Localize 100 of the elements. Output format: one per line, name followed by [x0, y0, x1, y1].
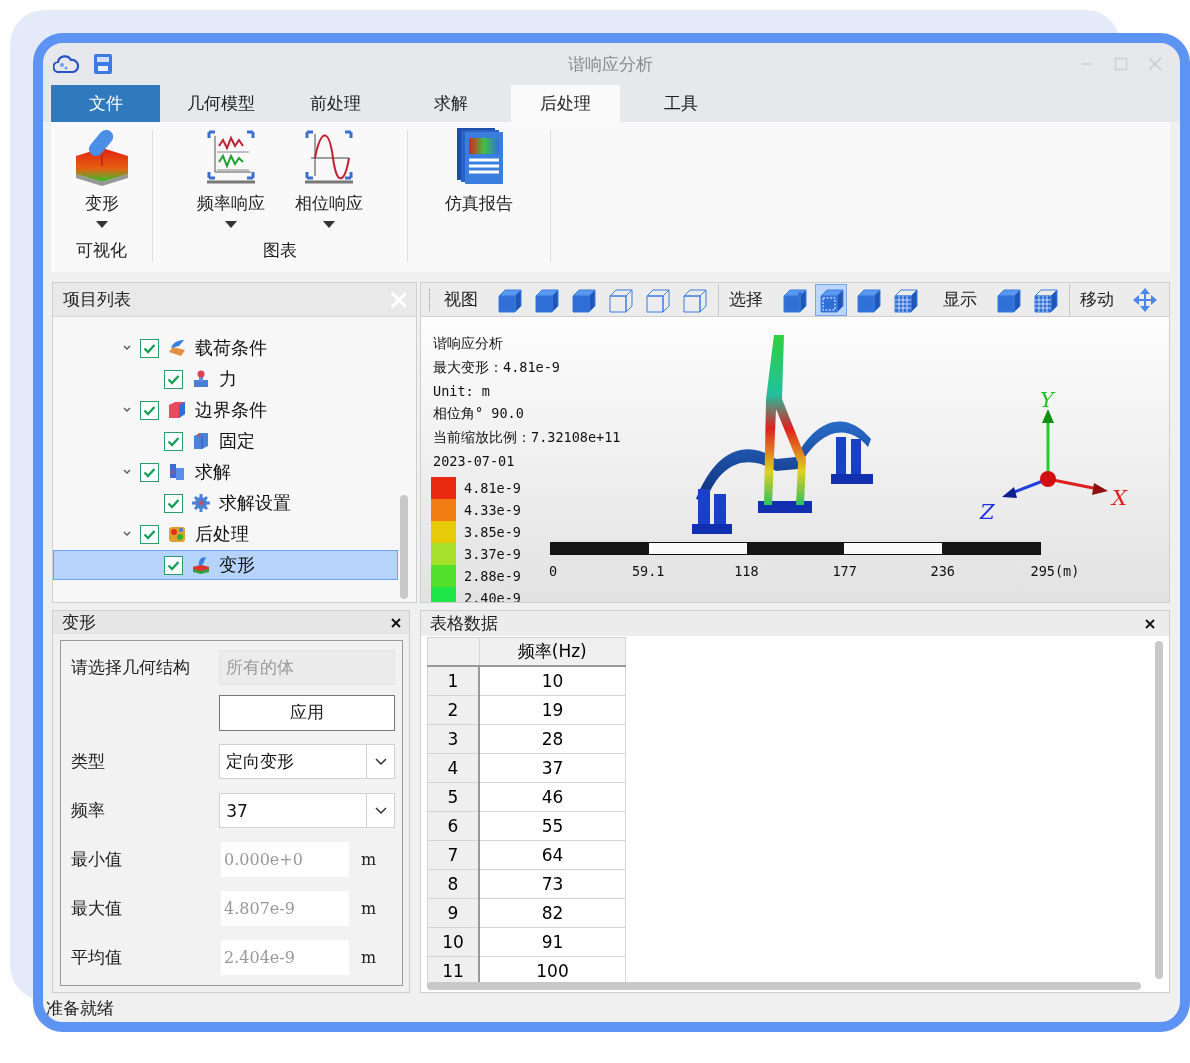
field-label: 频率: [71, 799, 106, 822]
item-label: 固定: [219, 429, 255, 453]
deformed-block-icon: [191, 555, 211, 575]
ribbon-button[interactable]: 频率响应: [187, 126, 275, 239]
panel-title: 项目列表: [63, 288, 131, 311]
row-header: 4: [427, 753, 479, 783]
item-label: 力: [219, 367, 237, 391]
checkbox[interactable]: [140, 462, 159, 482]
row-header: 2: [427, 695, 479, 725]
scrollbar[interactable]: [400, 495, 408, 599]
tab[interactable]: 前处理: [281, 85, 390, 122]
tree-item[interactable]: 求解设置: [53, 488, 398, 518]
panel-title: 变形: [62, 611, 96, 634]
checkbox[interactable]: [164, 555, 183, 575]
checkbox[interactable]: [164, 493, 183, 513]
info-text: 最大变形：4.81e-9: [433, 359, 561, 377]
tab[interactable]: 工具: [626, 85, 735, 122]
ribbon-button[interactable]: 仿真报告: [435, 126, 523, 262]
close-icon: [1148, 57, 1162, 71]
field-label: 最小值: [71, 848, 123, 871]
chevron-down-icon: [374, 806, 387, 815]
table-cell: 10: [479, 666, 626, 696]
info-text: 谐响应分析: [433, 335, 504, 353]
save-icon[interactable]: [93, 53, 113, 75]
row-header: 1: [427, 666, 479, 696]
input-field: 所有的体: [219, 650, 395, 685]
row-header: 8: [427, 869, 479, 899]
toolbar-label: 选择: [729, 288, 763, 311]
unit-label: m: [361, 850, 377, 869]
tree-item[interactable]: 固定: [53, 426, 398, 456]
table-cell: 28: [479, 724, 626, 754]
ribbon-button[interactable]: 相位响应: [285, 126, 373, 239]
tree-item[interactable]: 变形: [53, 550, 398, 580]
toolbar-button[interactable]: [815, 283, 847, 316]
cloud-icon[interactable]: [53, 53, 79, 75]
field-label: 请选择几何结构: [71, 656, 191, 679]
move-arrows-icon: [1132, 286, 1158, 313]
scale-label: 236: [930, 563, 955, 579]
window-title: 谐响应分析: [567, 52, 654, 76]
tree-item[interactable]: 载荷条件: [53, 333, 398, 363]
tab[interactable]: 求解: [396, 85, 505, 122]
legend-label: 4.33e-9: [464, 502, 521, 518]
tree-item[interactable]: 力: [53, 364, 398, 394]
item-label: 求解设置: [219, 491, 291, 515]
tab[interactable]: 几何模型: [166, 85, 275, 122]
dropdown[interactable]: 37: [219, 793, 395, 828]
checkbox[interactable]: [140, 524, 159, 544]
tree-item[interactable]: 后处理: [53, 519, 398, 549]
tab[interactable]: 后处理: [511, 85, 620, 122]
table-cell: 91: [479, 927, 626, 957]
group-label: 图表: [263, 239, 297, 262]
axis-label: Y: [1040, 388, 1054, 412]
table-cell: 55: [479, 811, 626, 841]
toolbar-label: 显示: [943, 288, 977, 311]
column-header: 频率(Hz): [479, 637, 626, 666]
scrollbar[interactable]: [1155, 641, 1163, 979]
legend-label: 2.88e-9: [464, 568, 521, 584]
info-text: 当前缩放比例：7.32108e+11: [433, 429, 622, 447]
field-label: 平均值: [71, 946, 123, 969]
row-header: 10: [427, 927, 479, 957]
dropdown[interactable]: 定向变形: [219, 744, 395, 779]
close-button[interactable]: [1145, 618, 1155, 629]
item-label: 载荷条件: [195, 336, 267, 360]
item-label: 后处理: [195, 522, 249, 546]
checkbox[interactable]: [164, 369, 183, 389]
tree-item[interactable]: 边界条件: [53, 395, 398, 425]
checkbox[interactable]: [140, 400, 159, 420]
axis-label: X: [1112, 486, 1127, 510]
info-text: Unit: m: [433, 383, 491, 399]
legend-label: 3.37e-9: [464, 546, 521, 562]
maximize-icon: [1114, 57, 1128, 71]
info-text: 相位角° 90.0: [433, 405, 525, 423]
unit-label: m: [361, 899, 377, 918]
readonly-field: 0.000e+0: [221, 842, 349, 877]
item-label: 变形: [219, 553, 255, 577]
row-header: 3: [427, 724, 479, 754]
gear-icon: [191, 493, 211, 513]
row-header: 6: [427, 811, 479, 841]
readonly-field: 4.807e-9: [221, 891, 349, 926]
row-header: 5: [427, 782, 479, 812]
group-label: 可视化: [76, 239, 127, 262]
table-cell: 64: [479, 840, 626, 870]
checkbox[interactable]: [140, 338, 159, 358]
close-button[interactable]: [391, 617, 401, 628]
readonly-field: 2.404e-9: [221, 940, 349, 975]
scale-label: 118: [734, 563, 759, 579]
info-text: 2023-07-01: [433, 453, 516, 469]
table-cell: 82: [479, 898, 626, 928]
table-cell: 37: [479, 753, 626, 783]
tab[interactable]: 文件: [51, 85, 160, 122]
apply-button[interactable]: 应用: [219, 694, 395, 731]
ribbon-button[interactable]: 变形: [65, 126, 138, 239]
scale-label: 59.1: [631, 563, 665, 579]
scrollbar[interactable]: [427, 982, 1141, 990]
row-header: 9: [427, 898, 479, 928]
scale-label: 0: [548, 563, 558, 579]
table-cell: 73: [479, 869, 626, 899]
table-cell: 46: [479, 782, 626, 812]
checkbox[interactable]: [164, 431, 183, 451]
tree-item[interactable]: 求解: [53, 457, 398, 487]
